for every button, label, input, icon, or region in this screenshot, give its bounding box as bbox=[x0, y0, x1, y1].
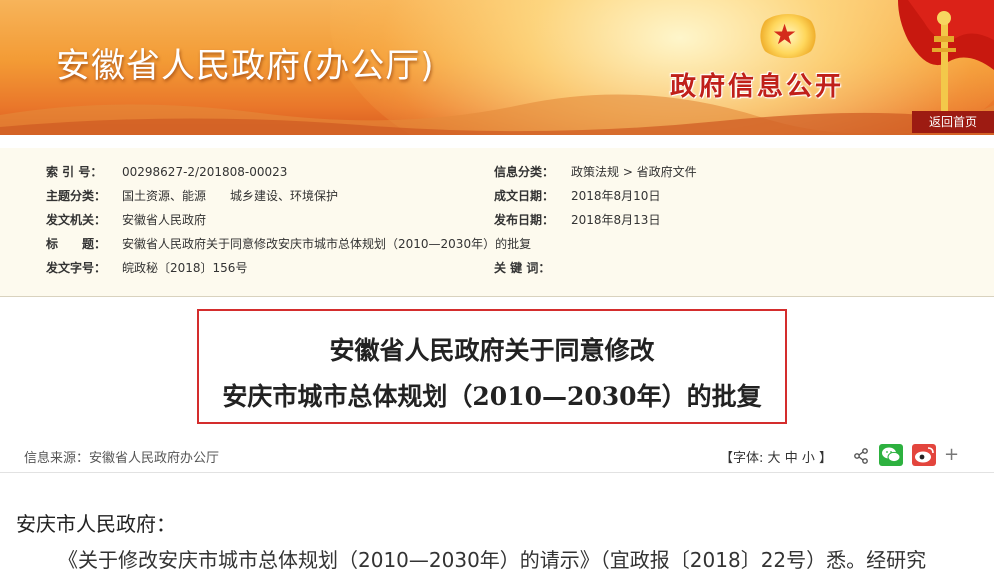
wechat-share-icon[interactable] bbox=[879, 444, 903, 466]
issuer-label: 发文机关： bbox=[46, 213, 107, 227]
document-title-line-1: 安徽省人民政府关于同意修改 bbox=[329, 336, 655, 365]
source-toolbar: 信息来源：安徽省人民政府办公厅 【字体: 大 中 小 】 bbox=[0, 440, 994, 473]
font-size-open-bracket: 【字体: bbox=[720, 451, 764, 466]
title-label: 标 题： bbox=[46, 237, 107, 251]
published-date-label: 发布日期： bbox=[494, 213, 555, 227]
font-size-close-bracket: 】 bbox=[819, 451, 833, 466]
topic-label: 主题分类： bbox=[46, 189, 107, 203]
category-value[interactable]: 政策法规 > 省政府文件 bbox=[571, 161, 697, 183]
star-icon: ★ bbox=[772, 18, 798, 51]
metadata-row: 索 引 号： 00298627-2/201808-00023 信息分类： 政策法… bbox=[0, 161, 994, 183]
font-size-control: 【字体: 大 中 小 】 bbox=[720, 447, 832, 466]
metadata-row: 主题分类： 国土资源、能源 城乡建设、环境保护 成文日期： 2018年8月10日 bbox=[0, 185, 994, 207]
font-size-large-link[interactable]: 大 bbox=[768, 451, 781, 466]
doc-number-label: 发文字号： bbox=[46, 261, 107, 275]
return-home-button[interactable]: 返回首页 bbox=[912, 111, 994, 133]
weibo-share-icon[interactable] bbox=[912, 444, 936, 466]
site-title: 安徽省人民政府(办公厅) bbox=[56, 46, 435, 86]
published-date-value: 2018年8月13日 bbox=[571, 213, 661, 227]
metadata-row: 发文字号： 皖政秘〔2018〕156号 关 键 词： bbox=[0, 257, 994, 279]
metadata-row: 发文机关： 安徽省人民政府 发布日期： 2018年8月13日 bbox=[0, 209, 994, 231]
keywords-label: 关 键 词： bbox=[494, 261, 551, 275]
topic-value: 国土资源、能源 城乡建设、环境保护 bbox=[122, 189, 339, 203]
font-size-medium-link[interactable]: 中 bbox=[785, 451, 798, 466]
body-paragraph: 《关于修改安庆市城市总体规划（2010—2030年）的请示》（宜政报〔2018〕… bbox=[58, 548, 927, 572]
index-value: 00298627-2/201808-00023 bbox=[122, 165, 288, 179]
header-banner: 安徽省人民政府(办公厅) ★ 政府信息公开 返回首页 bbox=[0, 0, 994, 135]
gov-info-disclosure-title: 政府信息公开 bbox=[670, 72, 845, 102]
issuer-value: 安徽省人民政府 bbox=[122, 213, 207, 227]
category-label: 信息分类： bbox=[494, 165, 555, 179]
more-share-icon[interactable]: + bbox=[944, 444, 959, 466]
salutation: 安庆市人民政府： bbox=[16, 512, 176, 536]
index-label: 索 引 号： bbox=[46, 165, 103, 179]
document-title-box: 安徽省人民政府关于同意修改 安庆市城市总体规划（2010—2030年）的批复 bbox=[197, 309, 787, 424]
created-date-label: 成文日期： bbox=[494, 189, 555, 203]
metadata-row: 标 题： 安徽省人民政府关于同意修改安庆市城市总体规划（2010—2030年）的… bbox=[0, 233, 994, 255]
document-metadata-table: 索 引 号： 00298627-2/201808-00023 信息分类： 政策法… bbox=[0, 148, 994, 297]
font-size-small-link[interactable]: 小 bbox=[802, 451, 815, 466]
info-source: 信息来源：安徽省人民政府办公厅 bbox=[24, 451, 220, 466]
created-date-value: 2018年8月10日 bbox=[571, 189, 661, 203]
title-value: 安徽省人民政府关于同意修改安庆市城市总体规划（2010—2030年）的批复 bbox=[122, 237, 532, 251]
huabiao-pillar-icon bbox=[932, 11, 956, 126]
doc-number-value: 皖政秘〔2018〕156号 bbox=[122, 261, 248, 275]
document-title-line-2: 安庆市城市总体规划（2010—2030年）的批复 bbox=[222, 382, 762, 411]
share-icon[interactable] bbox=[853, 448, 869, 464]
